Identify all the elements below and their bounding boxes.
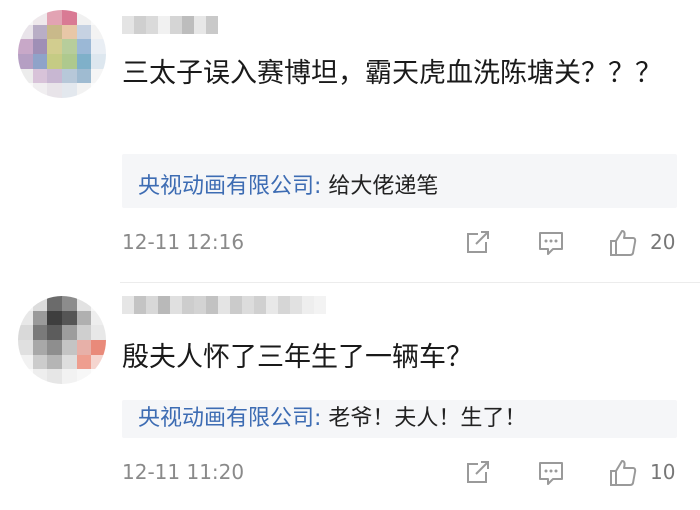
share-icon[interactable]: [462, 458, 492, 488]
like-icon[interactable]: [608, 458, 638, 488]
reply-box[interactable]: 央视动画有限公司: 给大佬递笔: [122, 154, 677, 208]
like-count: 20: [650, 230, 676, 254]
timestamp: 12-11 12:16: [122, 230, 245, 254]
avatar[interactable]: [18, 296, 106, 384]
timestamp: 12-11 11:20: [122, 460, 245, 484]
username-blurred[interactable]: [122, 296, 326, 314]
reply-author[interactable]: 央视动画有限公司:: [138, 174, 321, 199]
comment-icon[interactable]: [536, 228, 566, 258]
reply-box[interactable]: 央视动画有限公司: 老爷！夫人！生了！: [122, 400, 677, 438]
comment-meta: 12-11 12:16 20: [122, 228, 700, 258]
like-icon[interactable]: [608, 228, 638, 258]
comment-icon[interactable]: [536, 458, 566, 488]
reply-text: 老爷！夫人！生了！: [321, 406, 527, 431]
comment-item: 殷夫人怀了三年生了一辆车？ 央视动画有限公司: 老爷！夫人！生了！ 12-11 …: [0, 282, 700, 510]
reply-author[interactable]: 央视动画有限公司:: [138, 406, 321, 431]
comment-text: 三太子误入赛博坦，霸天虎血洗陈塘关？？？: [122, 58, 662, 89]
reply-text: 给大佬递笔: [321, 174, 439, 199]
comment-meta: 12-11 11:20 10: [122, 458, 700, 488]
like-count: 10: [650, 460, 676, 484]
avatar[interactable]: [18, 10, 106, 98]
username-blurred[interactable]: [122, 16, 218, 34]
comment-item: 三太子误入赛博坦，霸天虎血洗陈塘关？？？ 央视动画有限公司: 给大佬递笔 12-…: [0, 0, 700, 282]
share-icon[interactable]: [462, 228, 492, 258]
comment-text: 殷夫人怀了三年生了一辆车？: [122, 342, 473, 373]
